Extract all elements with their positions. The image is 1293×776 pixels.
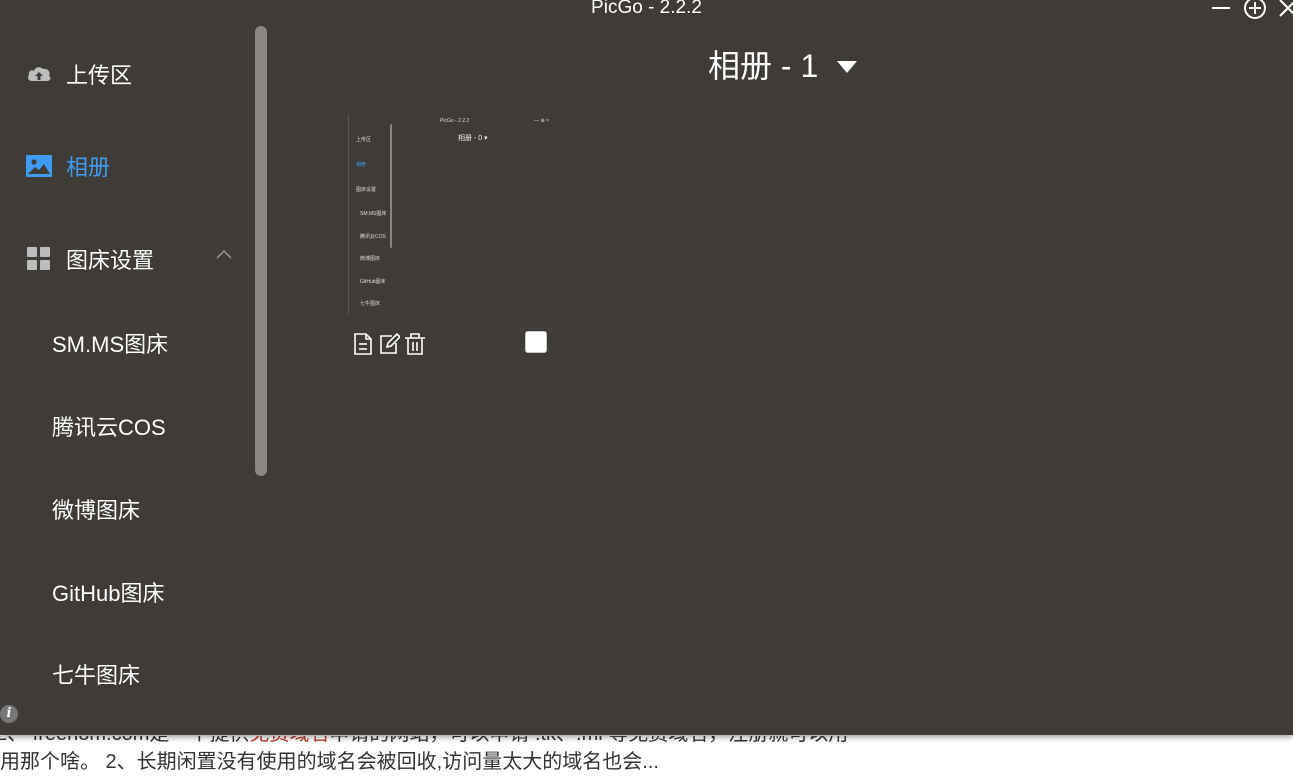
sidebar-scrollbar[interactable]: [255, 26, 267, 476]
caret-down-icon[interactable]: [836, 60, 858, 74]
copy-icon[interactable]: [352, 332, 374, 356]
info-icon[interactable]: i: [0, 705, 18, 723]
sidebar-item-qiniu[interactable]: 七牛图床: [52, 661, 140, 691]
thumbnail-controls: — ⊕ ×: [534, 118, 549, 124]
sidebar-item-picbed-settings[interactable]: 图床设置: [0, 239, 250, 279]
sidebar-item-smms[interactable]: SM.MS图床: [52, 330, 168, 360]
maximize-icon[interactable]: [1243, 0, 1267, 20]
sidebar-item-label: 上传区: [66, 63, 133, 88]
sidebar-item-tencent-cos[interactable]: 腾讯云COS: [52, 413, 166, 443]
image-thumbnail[interactable]: PicGo - 2.2.2 — ⊕ × 相册 - 0 ▾ 上传区 相册 图床设置…: [348, 114, 554, 320]
thumbnail-item: 相册: [356, 162, 367, 168]
thumbnail-item: 上传区: [356, 137, 372, 143]
window-title: PicGo - 2.2.2: [591, 0, 702, 18]
sidebar-item-label: 相册: [66, 155, 111, 180]
album-title[interactable]: 相册 - 1: [708, 46, 818, 86]
grid-icon: [26, 246, 52, 272]
title-bar[interactable]: PicGo - 2.2.2: [0, 0, 1293, 22]
select-checkbox[interactable]: [525, 331, 547, 353]
thumbnail-item: 腾讯云COS: [360, 234, 386, 240]
thumbnail-item: 微博图床: [360, 256, 381, 262]
image-icon: [26, 153, 52, 179]
background-text-line-2: 用那个啥。 2、长期闲置没有使用的域名会被回收,访问量太大的域名也会...: [0, 751, 659, 773]
thumbnail-item: GitHub图床: [360, 279, 386, 285]
sidebar-item-label: 图床设置: [66, 248, 155, 273]
gallery-main: 相册 - 1 PicGo - 2.2.2 — ⊕ × 相册 - 0 ▾ 上传区 …: [270, 22, 1293, 735]
thumbnail-album-title: 相册 - 0 ▾: [458, 135, 488, 142]
thumbnail-scrollbar: [390, 124, 392, 248]
thumbnail-edge: [348, 114, 349, 314]
picgo-window: PicGo - 2.2.2 上传区 相册 图床设置 SM.MS图床 腾讯云COS…: [0, 0, 1293, 735]
thumbnail-item: SM.MS图床: [360, 211, 387, 217]
delete-icon[interactable]: [404, 332, 426, 356]
close-icon[interactable]: [1276, 0, 1293, 20]
edit-icon[interactable]: [378, 332, 400, 356]
thumbnail-item: 七牛图床: [360, 301, 381, 307]
sidebar-item-github[interactable]: GitHub图床: [52, 579, 164, 609]
chevron-up-icon[interactable]: [214, 247, 234, 261]
thumbnail-title: PicGo - 2.2.2: [440, 118, 470, 124]
cloud-upload-icon: [26, 61, 52, 87]
sidebar: 上传区 相册 图床设置 SM.MS图床 腾讯云COS 微博图床 GitHub图床…: [0, 22, 270, 735]
thumbnail-item: 图床设置: [356, 187, 377, 193]
sidebar-item-weibo[interactable]: 微博图床: [52, 496, 140, 526]
minimize-icon[interactable]: [1210, 0, 1234, 20]
